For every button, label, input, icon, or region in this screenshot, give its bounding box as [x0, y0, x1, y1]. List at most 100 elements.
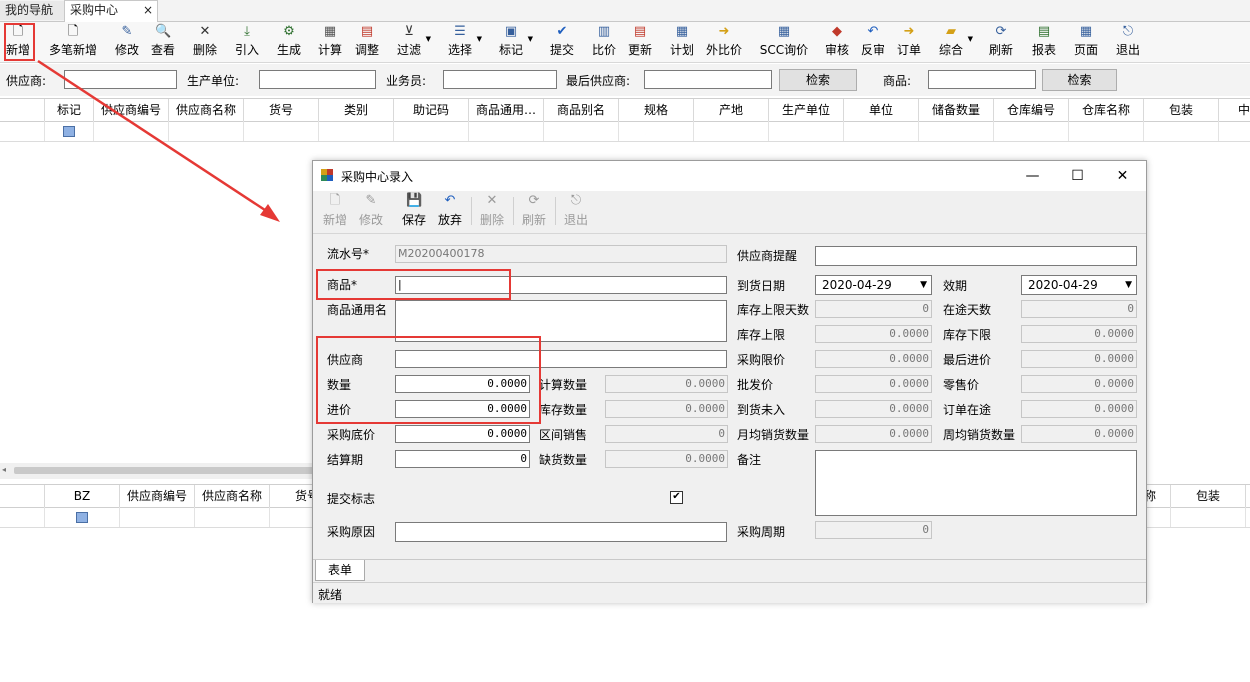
- column-header[interactable]: 助记码: [394, 99, 469, 121]
- toolbar-generate-button[interactable]: ⚙ 生成: [275, 22, 303, 62]
- toolbar-external-compare-button[interactable]: ➜ 外比价: [704, 22, 744, 62]
- column-header[interactable]: 类别: [319, 99, 394, 121]
- search-button-2[interactable]: 检索: [1042, 69, 1117, 91]
- column-header[interactable]: 供应商名称: [195, 485, 270, 507]
- submit-flag-checkbox[interactable]: ✔: [670, 491, 683, 504]
- toolbar-delete-button[interactable]: ✕ 删除: [191, 22, 219, 62]
- toolbar-submit-button[interactable]: ✔ 提交: [548, 22, 576, 62]
- toolbar-mark-button[interactable]: ▣ 标记 ▼: [497, 22, 533, 62]
- toolbar-report-button[interactable]: ▤ 报表: [1030, 22, 1058, 62]
- shortage-field: 0.0000: [605, 450, 728, 468]
- dialog-edit-button[interactable]: ✎ 修改: [357, 193, 385, 229]
- toolbar-audit-button[interactable]: ◆ 审核: [823, 22, 851, 62]
- toolbar-exit-button[interactable]: ⎋ 退出: [1114, 22, 1142, 62]
- base-price-label: 采购底价: [327, 428, 376, 442]
- toolbar-refresh-button[interactable]: ⟳ 刷新: [987, 22, 1015, 62]
- toolbar-calculate-button[interactable]: ▦ 计算: [316, 22, 344, 62]
- toolbar-unaudit-button[interactable]: ↶ 反审: [859, 22, 887, 62]
- dialog-discard-button[interactable]: ↶ 放弃: [436, 193, 464, 229]
- column-header[interactable]: 供应商名称: [169, 99, 244, 121]
- arrival-date-picker[interactable]: 2020-04-29 ▼: [815, 275, 932, 295]
- column-header[interactable]: 中: [1219, 99, 1250, 121]
- toolbar-order-button[interactable]: ➜ 订单: [895, 22, 923, 62]
- column-header[interactable]: 商品别名: [544, 99, 619, 121]
- chevron-down-icon[interactable]: ▼: [1125, 276, 1132, 294]
- toolbar-summary-button[interactable]: ▰ 综合 ▼: [937, 22, 973, 62]
- dialog-exit-button[interactable]: ⎋ 退出: [562, 193, 590, 229]
- chevron-down-icon[interactable]: ▼: [528, 35, 533, 43]
- chevron-left-icon[interactable]: ◂: [2, 465, 6, 474]
- status-bar: 就绪 ⋰: [313, 582, 1146, 603]
- last-price-field: 0.0000: [1021, 350, 1137, 368]
- toolbar-update-button[interactable]: ▤ 更新: [626, 22, 654, 62]
- scrollbar-thumb[interactable]: [14, 467, 314, 474]
- purchase-limit-field: 0.0000: [815, 350, 932, 368]
- column-header[interactable]: 储备数量: [919, 99, 994, 121]
- supplier-reminder-field[interactable]: [815, 246, 1137, 266]
- column-header[interactable]: 货号: [244, 99, 319, 121]
- table-row[interactable]: [0, 121, 1250, 142]
- column-header[interactable]: 称: [1144, 485, 1171, 507]
- settle-period-field[interactable]: 0: [395, 450, 530, 468]
- salesman-input[interactable]: [443, 70, 557, 89]
- column-header[interactable]: 包装: [1171, 485, 1246, 507]
- chevron-down-icon[interactable]: ▼: [920, 276, 927, 294]
- column-header[interactable]: 单位: [844, 99, 919, 121]
- dialog-refresh-button[interactable]: ⟳ 刷新: [520, 193, 548, 229]
- base-price-field[interactable]: 0.0000: [395, 425, 530, 443]
- close-icon[interactable]: ✕: [1100, 161, 1145, 191]
- producer-input[interactable]: [259, 70, 376, 89]
- column-header[interactable]: 商品通用…: [469, 99, 544, 121]
- toolbar-adjust-button[interactable]: ▤ 调整: [353, 22, 381, 62]
- last-supplier-input[interactable]: [644, 70, 772, 89]
- chevron-down-icon[interactable]: ▼: [968, 35, 973, 43]
- last-price-label: 最后进价: [943, 353, 992, 367]
- remark-field[interactable]: [815, 450, 1137, 516]
- minimize-icon[interactable]: —: [1010, 161, 1055, 191]
- supplier-input[interactable]: [64, 70, 177, 89]
- toolbar-multi-new-button[interactable]: 🗋 多笔新增: [46, 22, 100, 62]
- cycle-label: 采购周期: [737, 525, 786, 539]
- mark-checkbox-icon[interactable]: [76, 512, 88, 523]
- close-icon[interactable]: ×: [143, 1, 153, 20]
- dialog-save-button[interactable]: 💾 保存: [400, 193, 428, 229]
- column-header[interactable]: 产地: [694, 99, 769, 121]
- chevron-down-icon[interactable]: ▼: [426, 35, 431, 43]
- column-header[interactable]: BZ: [45, 485, 120, 507]
- toolbar-plan-button[interactable]: ▦ 计划: [668, 22, 696, 62]
- toolbar-view-button[interactable]: 🔍 查看: [149, 22, 177, 62]
- arrived-not-in-label: 到货未入: [737, 403, 786, 417]
- toolbar-import-button[interactable]: ⤓ 引入: [233, 22, 261, 62]
- tab-form[interactable]: 表单: [315, 560, 365, 581]
- column-header[interactable]: 供应商编号: [120, 485, 195, 507]
- dialog-title-bar[interactable]: 采购中心录入 — ☐ ✕: [313, 161, 1146, 191]
- audit-icon: ◆: [832, 24, 842, 39]
- toolbar-page-button[interactable]: ▦ 页面: [1072, 22, 1100, 62]
- horizontal-scrollbar[interactable]: ◂: [0, 463, 320, 479]
- mark-checkbox-icon[interactable]: [63, 126, 75, 137]
- column-header[interactable]: 供应商编号: [94, 99, 169, 121]
- tab-my-navigation[interactable]: 我的导航: [0, 1, 68, 20]
- toolbar-edit-button[interactable]: ✎ 修改: [113, 22, 141, 62]
- toolbar-select-button[interactable]: ☰ 选择 ▼: [446, 22, 482, 62]
- column-header[interactable]: 标记: [45, 99, 94, 121]
- column-header[interactable]: 规格: [619, 99, 694, 121]
- column-header[interactable]: 仓库名称: [1069, 99, 1144, 121]
- stock-lower-label: 库存下限: [943, 328, 992, 342]
- column-header[interactable]: 包装: [1144, 99, 1219, 121]
- search-button[interactable]: 检索: [779, 69, 857, 91]
- toolbar-compare-price-button[interactable]: ▥ 比价: [590, 22, 618, 62]
- validity-date-picker[interactable]: 2020-04-29 ▼: [1021, 275, 1137, 295]
- reason-field[interactable]: [395, 522, 727, 542]
- column-header[interactable]: 仓库编号: [994, 99, 1069, 121]
- resize-grip-icon[interactable]: ⋰: [318, 586, 330, 600]
- toolbar-filter-button[interactable]: ⊻ 过滤 ▼: [395, 22, 431, 62]
- chevron-down-icon[interactable]: ▼: [477, 35, 482, 43]
- product-input[interactable]: [928, 70, 1036, 89]
- maximize-icon[interactable]: ☐: [1055, 161, 1100, 191]
- tab-purchase-center[interactable]: 采购中心 ×: [64, 0, 158, 22]
- toolbar-scc-inquiry-button[interactable]: ▦ SCC询价: [757, 22, 811, 62]
- dialog-new-button[interactable]: 🗋 新增: [321, 193, 349, 229]
- dialog-delete-button[interactable]: ✕ 删除: [478, 193, 506, 229]
- column-header[interactable]: 生产单位: [769, 99, 844, 121]
